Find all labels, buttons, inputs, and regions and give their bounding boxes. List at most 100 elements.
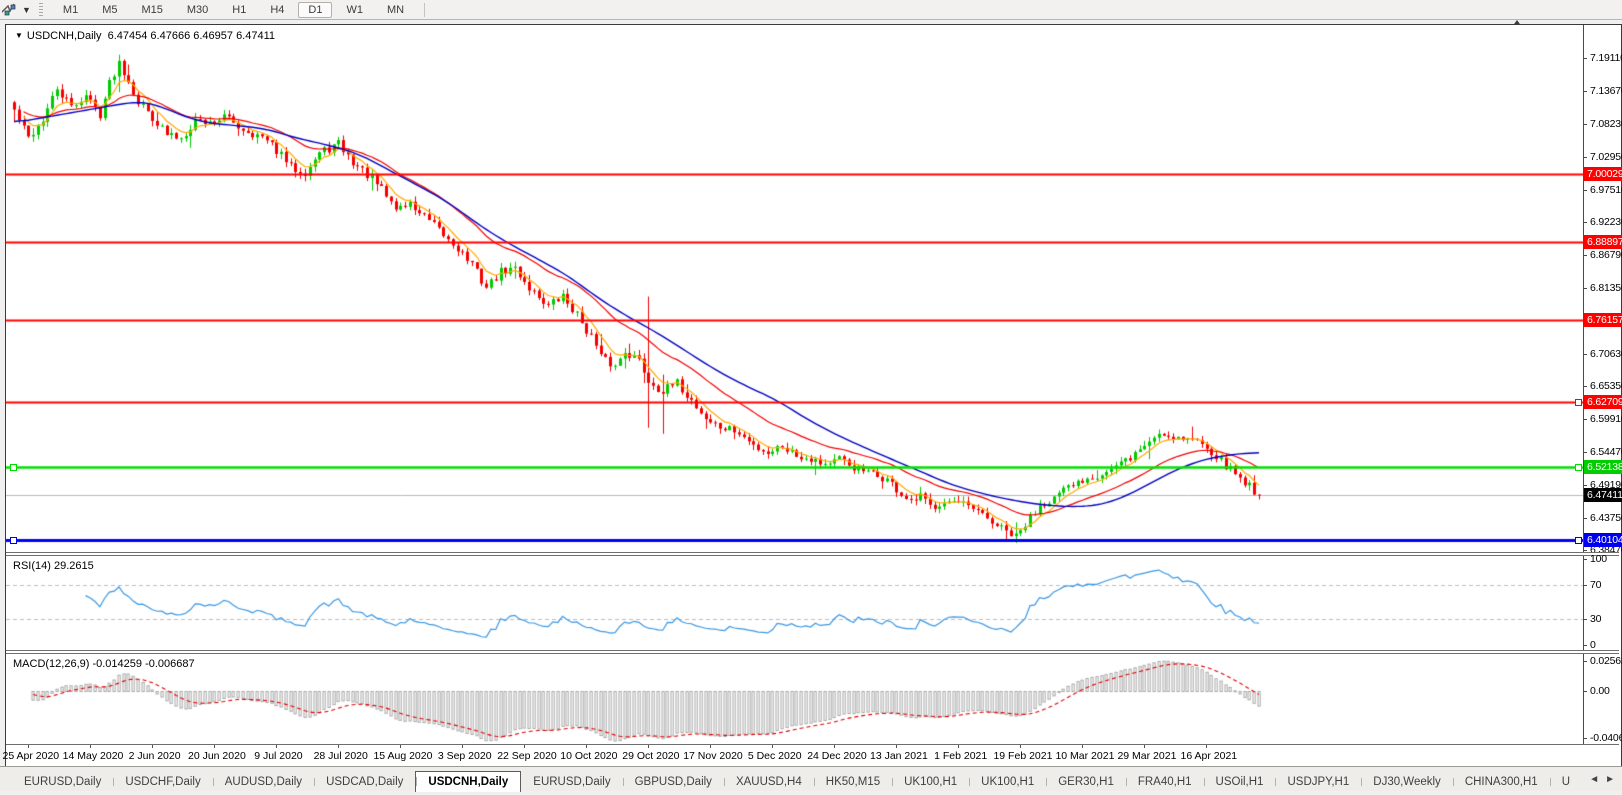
date-tick-mark — [586, 745, 587, 748]
date-label: 29 Oct 2020 — [622, 750, 680, 762]
price-tick-label: 6.92230 — [1590, 216, 1622, 228]
price-tick-label: 6.86790 — [1590, 249, 1622, 261]
date-tick-mark — [896, 745, 897, 748]
axis-tick-mark — [1583, 190, 1587, 191]
rsi-chart-canvas[interactable] — [6, 556, 1583, 650]
axis-tick-mark — [1583, 518, 1587, 519]
chart-tab-uk100-h1[interactable]: UK100,H1 — [969, 773, 1046, 792]
chart-tab-xauusd-h4[interactable]: XAUUSD,H4 — [723, 773, 814, 792]
timeframe-button-m5[interactable]: M5 — [92, 2, 127, 18]
cursor-tool-icon[interactable] — [2, 2, 22, 18]
price-tick-label: 6.59910 — [1590, 413, 1622, 425]
macd-tick-label: 0.025623 — [1590, 655, 1622, 667]
timeframe-button-w1[interactable]: W1 — [336, 2, 373, 18]
hline-price-badge[interactable]: 6.76157 — [1584, 313, 1622, 327]
chart-tab-hk50-m15[interactable]: HK50,M15 — [813, 773, 892, 792]
tab-scroll-nav: ◄ ► — [1586, 767, 1622, 792]
timeframe-button-m1[interactable]: M1 — [53, 2, 88, 18]
date-tick-mark — [214, 745, 215, 748]
axis-tick-mark — [1583, 157, 1587, 158]
price-tick-label: 6.97510 — [1590, 184, 1622, 196]
chart-tab-usdcnh-daily[interactable]: USDCNH,Daily — [415, 771, 522, 792]
price-tick-label: 6.70630 — [1590, 348, 1622, 360]
chart-tab-usdcad-daily[interactable]: USDCAD,Daily — [314, 773, 415, 792]
axis-tick-mark — [1583, 419, 1587, 420]
hline-price-badge[interactable]: 6.88897 — [1584, 235, 1622, 249]
line-drag-handle[interactable] — [1575, 537, 1582, 544]
macd-chart-canvas[interactable] — [6, 654, 1583, 744]
timeframe-button-d1[interactable]: D1 — [298, 1, 333, 18]
rsi-label: RSI(14) 29.2615 — [13, 560, 94, 572]
hline-price-badge[interactable]: 6.62709 — [1584, 395, 1622, 409]
timeframe-button-m15[interactable]: M15 — [131, 2, 172, 18]
chart-tab-usoil-h1[interactable]: USOil,H1 — [1203, 773, 1276, 792]
trading-platform-window: ▼ M1 M5 M15 M30 H1 H4 D1 W1 MN ▼ USDCNH,Daily 6.4… — [0, 0, 1622, 795]
date-label: 29 Mar 2021 — [1117, 750, 1177, 762]
chart-tab-china300-h1[interactable]: CHINA300,H1 — [1452, 773, 1550, 792]
chart-window: ▼ USDCNH,Daily 6.47454 6.47666 6.46957 6.… — [3, 20, 1622, 768]
date-label: 14 May 2020 — [62, 750, 124, 762]
line-drag-handle[interactable] — [10, 537, 17, 544]
hline-price-badge[interactable]: 7.00029 — [1584, 167, 1622, 181]
date-label: 13 Jan 2021 — [869, 750, 928, 762]
chart-title: ▼ USDCNH,Daily 6.47454 6.47666 6.46957 6.… — [15, 30, 275, 42]
axis-tick-mark — [1583, 559, 1587, 560]
axis-tick-mark — [1583, 661, 1587, 662]
axis-tick-mark — [1583, 738, 1587, 739]
axis-tick-mark — [1583, 485, 1587, 486]
date-label: 20 Jun 2020 — [187, 750, 246, 762]
current-price-badge[interactable]: 6.47411 — [1584, 488, 1622, 502]
date-tick-mark — [524, 745, 525, 748]
date-tick-mark — [90, 745, 91, 748]
timeframe-button-h1[interactable]: H1 — [222, 2, 256, 18]
date-tick-mark — [648, 745, 649, 748]
chart-tab-u[interactable]: U — [1549, 773, 1582, 792]
chart-tab-audusd-daily[interactable]: AUDUSD,Daily — [212, 773, 314, 792]
date-label: 10 Mar 2021 — [1055, 750, 1115, 762]
toolbar-grip — [38, 2, 43, 17]
timeframe-button-h4[interactable]: H4 — [260, 2, 294, 18]
date-tick-mark — [710, 745, 711, 748]
macd-panel: MACD(12,26,9) -0.014259 -0.006687 0.0256… — [6, 654, 1622, 744]
chart-tab-gbpusd-daily[interactable]: GBPUSD,Daily — [622, 773, 724, 792]
date-tick-mark — [1020, 745, 1021, 748]
candlestick-chart-canvas[interactable] — [6, 25, 1583, 552]
macd-axis-line — [1583, 654, 1584, 744]
line-drag-handle[interactable] — [10, 464, 17, 471]
timeframe-button-mn[interactable]: MN — [377, 2, 414, 18]
tab-scroll-left-icon[interactable]: ◄ — [1586, 772, 1602, 787]
chart-ohlc-values: 6.47454 6.47666 6.46957 6.47411 — [107, 30, 276, 42]
chart-symbol-label: USDCNH,Daily — [26, 30, 102, 42]
chevron-down-icon[interactable]: ▼ — [22, 5, 31, 15]
macd-tick-label: -0.040687 — [1590, 732, 1622, 744]
chart-tab-fra40-h1[interactable]: FRA40,H1 — [1125, 773, 1204, 792]
chart-tabs: EURUSD,Daily USDCHF,Daily AUDUSD,Daily USDC… — [12, 767, 1582, 792]
axis-tick-mark — [1583, 288, 1587, 289]
chart-tab-eurusd-daily[interactable]: EURUSD,Daily — [12, 773, 113, 792]
chart-tab-usdchf-daily[interactable]: USDCHF,Daily — [113, 773, 212, 792]
price-tick-label: 7.19110 — [1590, 52, 1622, 64]
chart-tab-usdjpy-h1[interactable]: USDJPY,H1 — [1275, 773, 1361, 792]
date-label: 10 Oct 2020 — [560, 750, 618, 762]
date-label: 22 Sep 2020 — [497, 750, 557, 762]
date-label: 28 Jul 2020 — [313, 750, 368, 762]
chart-tab-dj30-weekly[interactable]: DJ30,Weekly — [1361, 773, 1453, 792]
date-tick-mark — [958, 745, 959, 748]
timeframe-button-m30[interactable]: M30 — [177, 2, 218, 18]
date-label: 16 Apr 2021 — [1180, 750, 1238, 762]
tab-scroll-right-icon[interactable]: ► — [1602, 772, 1618, 787]
chart-tab-eurusd-daily[interactable]: EURUSD,Daily — [521, 773, 622, 792]
line-drag-handle[interactable] — [1575, 399, 1582, 406]
hline-price-badge[interactable]: 6.40104 — [1584, 533, 1622, 547]
axis-tick-mark — [1583, 585, 1587, 586]
chart-title-caret-icon[interactable]: ▼ — [15, 31, 23, 40]
date-tick-mark — [1206, 745, 1207, 748]
axis-tick-mark — [1583, 691, 1587, 692]
date-tick-mark — [338, 745, 339, 748]
date-tick-mark — [152, 745, 153, 748]
chart-tab-ger30-h1[interactable]: GER30,H1 — [1046, 773, 1126, 792]
chart-tab-uk100-h1[interactable]: UK100,H1 — [892, 773, 969, 792]
date-label: 3 Sep 2020 — [437, 750, 492, 762]
line-drag-handle[interactable] — [1575, 464, 1582, 471]
hline-price-badge[interactable]: 6.52138 — [1584, 460, 1622, 474]
